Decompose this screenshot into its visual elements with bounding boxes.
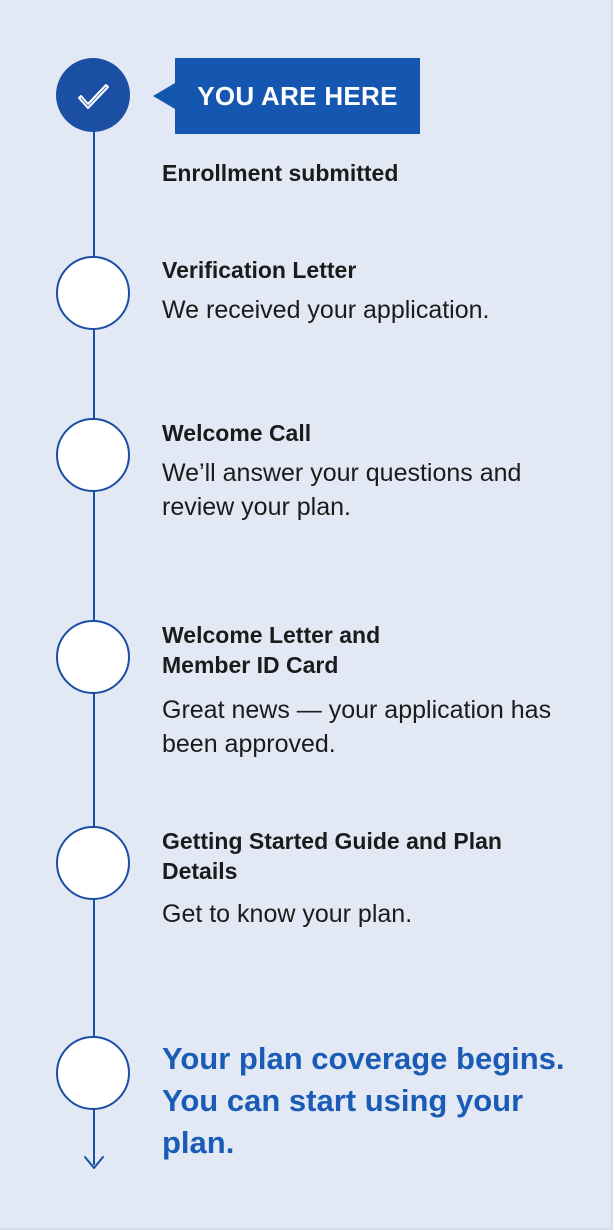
- step-desc-welcome-letter: Great news — your application has been a…: [162, 696, 552, 758]
- you-are-here-badge: YOU ARE HERE: [175, 58, 420, 134]
- badge-pointer: [153, 83, 175, 109]
- step-circle-welcome-call: [56, 418, 130, 492]
- step-title-verification: Verification Letter: [162, 257, 357, 283]
- checkmark-icon: [78, 84, 109, 109]
- step-title-coverage: Your plan coverage begins. You can start…: [162, 1041, 565, 1160]
- step-desc-verification: We received your application.: [162, 296, 490, 324]
- step-circle-getting-started: [56, 826, 130, 900]
- step-desc-getting-started: Get to know your plan.: [162, 900, 413, 928]
- step-title-welcome-letter: Welcome Letter and Member ID Card: [162, 622, 381, 678]
- step-title-enrollment: Enrollment submitted: [162, 160, 399, 186]
- step-title-getting-started: Getting Started Guide and Plan Details: [162, 828, 502, 884]
- timeline-panel: YOU ARE HERE Enrollment submitted Verifi…: [0, 0, 613, 1230]
- step-circle-verification: [56, 256, 130, 330]
- current-step-marker: [56, 58, 130, 132]
- step-desc-welcome-call: We’ll answer your questions and review y…: [162, 459, 522, 521]
- step-circle-welcome-letter: [56, 620, 130, 694]
- step-title-welcome-call: Welcome Call: [162, 420, 312, 446]
- step-circle-coverage: [56, 1036, 130, 1110]
- arrow-down-icon: [84, 1156, 104, 1169]
